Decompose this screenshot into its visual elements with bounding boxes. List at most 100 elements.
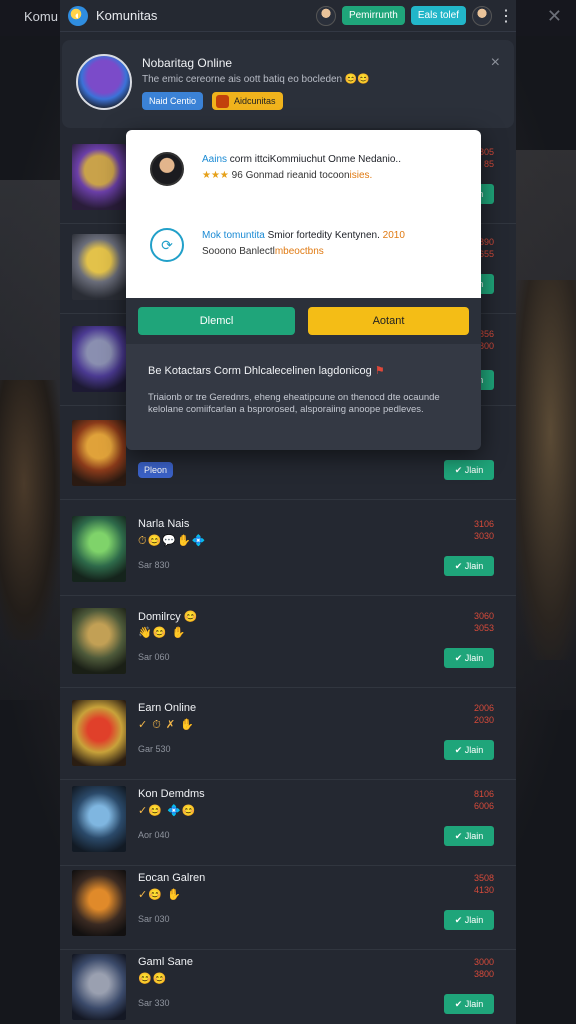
- community-title: Domilrcy 😊: [138, 611, 198, 623]
- dialog-highlight: mbeoctbns: [274, 246, 324, 257]
- dialog-content: Aains corm ittciKommiuchut Onme Nedanio.…: [126, 130, 481, 298]
- score-label: 3060 3053: [474, 610, 494, 634]
- more-menu-icon[interactable]: ⋮: [498, 6, 514, 26]
- score-secondary: 3053: [473, 623, 494, 633]
- header-teal-button[interactable]: Eals tolef: [410, 6, 466, 25]
- dialog-text: 96 Gonmad rieanid tocoon: [228, 170, 350, 181]
- list-item[interactable]: Narla Nais ⏱😊💬✋💠 Sar 830 3106 3030 ✔ Jla…: [60, 508, 516, 596]
- logo-icon: ◐: [68, 5, 88, 26]
- game-thumbnail: [72, 144, 126, 210]
- dialog-highlight: Mok tomuntita: [202, 230, 265, 241]
- game-thumbnail: [72, 870, 126, 936]
- member-count: Sar 060: [138, 652, 170, 662]
- game-thumbnail: [72, 516, 126, 582]
- score-primary: 890: [478, 237, 494, 247]
- community-title: Narla Nais: [138, 518, 190, 530]
- join-button[interactable]: ✔ Jlain: [444, 556, 494, 576]
- score-primary: 3106: [473, 519, 494, 529]
- score-secondary: 3030: [473, 531, 494, 541]
- profile-avatar-small[interactable]: [472, 5, 492, 26]
- score-secondary: 6006: [473, 801, 494, 811]
- background-soldier-right: [512, 280, 576, 660]
- close-icon[interactable]: ×: [491, 54, 500, 72]
- score-label: 890 655: [479, 236, 494, 260]
- list-item[interactable]: Gaml Sane 😊😊 Sar 330 3000 3800 ✔ Jlain: [60, 946, 516, 1024]
- score-secondary: 2030: [473, 715, 494, 725]
- primary-button[interactable]: Dlemcl: [138, 307, 295, 335]
- community-title: Kon Demdms: [138, 788, 205, 800]
- score-label: 8106 6006: [474, 788, 494, 812]
- user-avatar: [150, 152, 184, 186]
- community-name: Nobaritag Online: [142, 56, 233, 70]
- score-label: 3508 4130: [474, 872, 494, 896]
- background-app-title: Komu: [24, 9, 58, 24]
- dialog-actions: Dlemcl Aotant: [126, 298, 481, 344]
- score-secondary: 4130: [473, 885, 494, 895]
- profile-card: Nobaritag Online The emic cereorne ais o…: [62, 40, 514, 128]
- reaction-icons: ✓😊 💠😊: [138, 805, 197, 817]
- list-item[interactable]: Eocan Galren ✓😊 ✋ Sar 030 3508 4130 ✔ Jl…: [60, 862, 516, 950]
- score-secondary: 85: [483, 159, 494, 169]
- list-item[interactable]: Earn Online ✓ ⏱ ✗ ✋ Gar 530 2006 2030 ✔ …: [60, 692, 516, 780]
- join-button[interactable]: ✔ Jlain: [444, 994, 494, 1014]
- score-primary: 8106: [473, 789, 494, 799]
- game-thumbnail: [72, 608, 126, 674]
- game-thumbnail: [72, 326, 126, 392]
- score-label: 805 85: [479, 146, 494, 170]
- app-title: Komunitas: [96, 8, 158, 23]
- game-thumbnail: [72, 700, 126, 766]
- community-title: Earn Online: [138, 702, 197, 714]
- header-green-button[interactable]: Pemirrunth: [341, 6, 405, 25]
- member-count: Sar 830: [138, 560, 170, 570]
- tag-button-blue[interactable]: Naid Centio: [142, 92, 204, 110]
- join-button[interactable]: ✔ Jlain: [444, 910, 494, 930]
- game-thumbnail: [72, 420, 126, 486]
- app-header: ◐ Komunitas Pemirrunth Eals tolef ⋮: [60, 0, 516, 32]
- join-button[interactable]: ✔ Jlain: [444, 460, 494, 480]
- list-item[interactable]: Kon Demdms ✓😊 💠😊 Aor 040 8106 6006 ✔ Jla…: [60, 778, 516, 866]
- score-primary: 2006: [473, 703, 494, 713]
- join-button[interactable]: ✔ Jlain: [444, 648, 494, 668]
- reaction-icons: ✓ ⏱ ✗ ✋: [138, 719, 195, 731]
- info-dialog: Aains corm ittciKommiuchut Onme Nedanio.…: [126, 130, 481, 450]
- dialog-footer-title-text: Be Kotactars Corm Dhlcalecelinen lagdoni…: [148, 365, 372, 377]
- community-title: Gaml Sane: [138, 956, 194, 968]
- dialog-line-3: Mok tomuntita Smior fortedity Kentynen. …: [202, 230, 405, 241]
- score-label: 2006 2030: [474, 702, 494, 726]
- star-rating-icon: ★★★: [202, 170, 229, 181]
- member-count: Sar 030: [138, 914, 170, 924]
- chip-button[interactable]: Pleon: [138, 462, 174, 478]
- game-thumbnail: [72, 786, 126, 852]
- member-count: Aor 040: [138, 830, 170, 840]
- score-primary: 805: [478, 147, 494, 157]
- community-title: Eocan Galren: [138, 872, 206, 884]
- join-button[interactable]: ✔ Jlain: [444, 826, 494, 846]
- score-secondary: 655: [478, 249, 494, 259]
- score-label: 3000 3800: [474, 956, 494, 980]
- score-primary: 3000: [473, 957, 494, 967]
- secondary-button[interactable]: Aotant: [308, 307, 469, 335]
- reaction-icons: ⏱😊💬✋💠: [138, 535, 207, 547]
- dialog-footer-title: Be Kotactars Corm Dhlcalecelinen lagdoni…: [148, 364, 385, 377]
- community-icon: ⟳: [150, 228, 184, 262]
- dialog-highlight: Aains: [202, 154, 228, 165]
- reaction-icons: ✓😊 ✋: [138, 889, 182, 901]
- community-subtitle: The emic cereorne ais oott batiq eo bocl…: [142, 74, 370, 85]
- dialog-footer: Be Kotactars Corm Dhlcalecelinen lagdoni…: [126, 344, 481, 450]
- game-thumbnail: [72, 234, 126, 300]
- tag-button-yellow[interactable]: Aidcunitas: [212, 92, 283, 110]
- reaction-icons: 👋😊 ✋: [138, 627, 187, 639]
- dialog-highlight: isies.: [349, 170, 373, 181]
- dialog-text: Sooono Banlectl: [202, 246, 275, 257]
- community-avatar: [76, 54, 132, 110]
- outer-close-icon[interactable]: ✕: [547, 6, 562, 27]
- member-count: Gar 530: [138, 744, 171, 754]
- header-actions: Pemirrunth Eals tolef ⋮: [315, 5, 514, 26]
- join-button[interactable]: ✔ Jlain: [444, 740, 494, 760]
- dialog-text: corm ittciKommiuchut Onme Nedanio..: [227, 154, 401, 165]
- tag-label: Aidcunitas: [234, 96, 276, 106]
- user-avatar[interactable]: [315, 5, 336, 26]
- score-secondary: 800: [478, 341, 494, 351]
- list-item[interactable]: Domilrcy 😊 👋😊 ✋ Sar 060 3060 3053 ✔ Jlai…: [60, 600, 516, 688]
- score-secondary: 3800: [473, 969, 494, 979]
